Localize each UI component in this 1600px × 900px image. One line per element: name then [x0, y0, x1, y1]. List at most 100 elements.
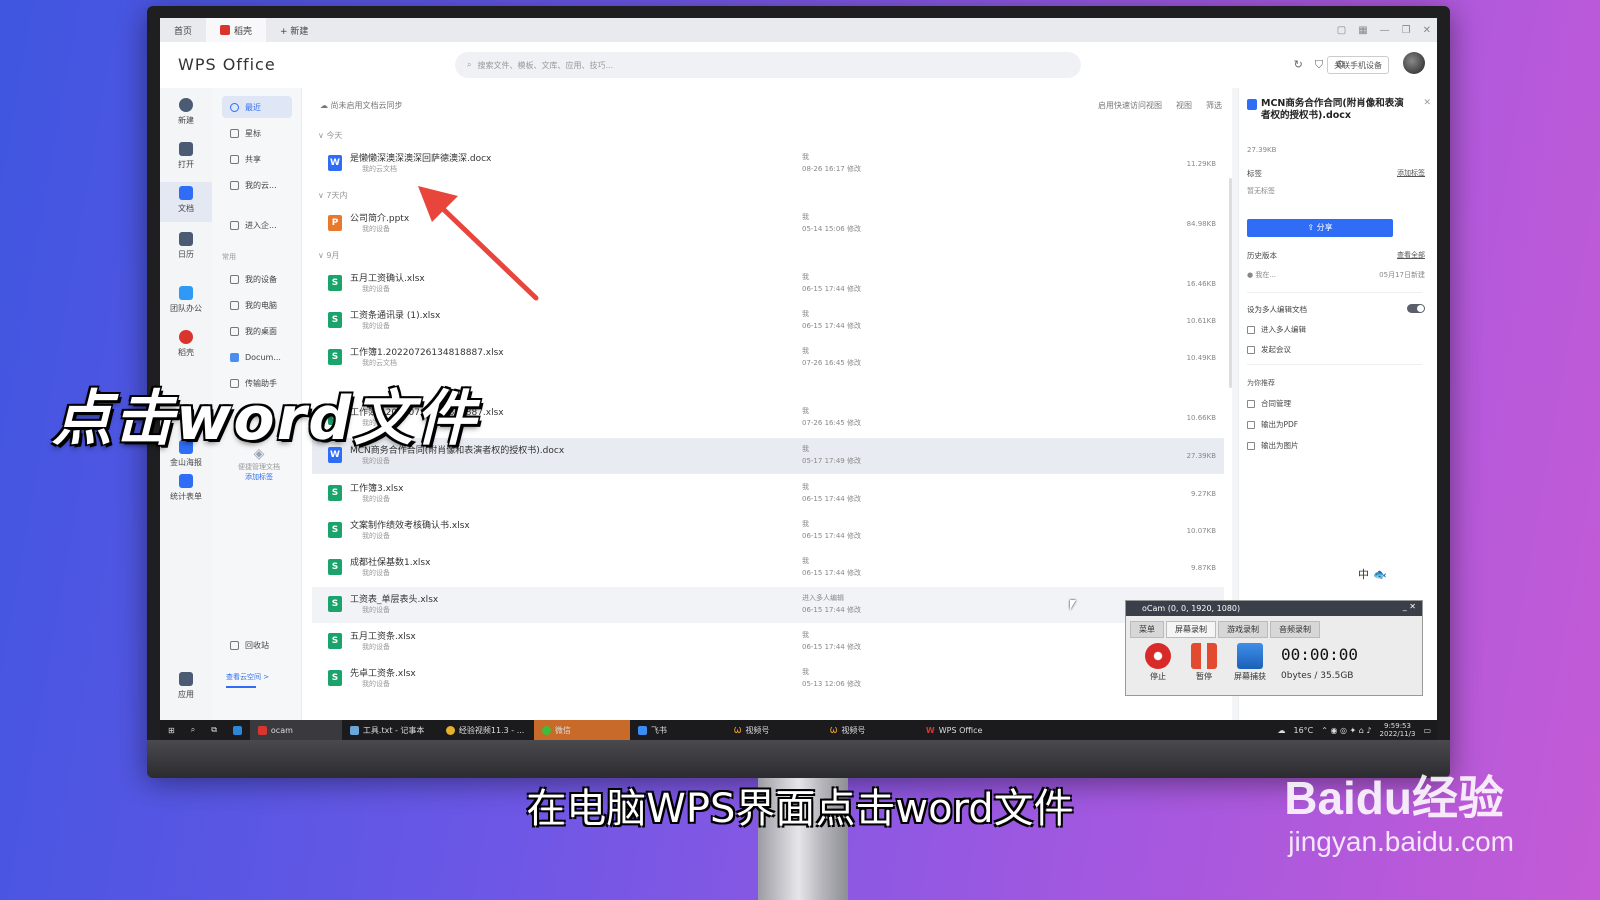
taskbar-app-feishu[interactable]: 飞书	[630, 720, 726, 740]
weather-text[interactable]: 16°C	[1294, 726, 1314, 735]
file-location: 我的设备	[362, 457, 390, 465]
ocam-tab-audio[interactable]: 音频录制	[1270, 621, 1320, 638]
nav-shared[interactable]: 共享	[222, 148, 292, 170]
link-phone-button[interactable]: 关联手机设备	[1327, 56, 1389, 74]
file-row[interactable]: S 工资条通讯录 (1).xlsx 我的设备 我 06-15 17:44 修改 …	[312, 303, 1224, 339]
add-tag-link[interactable]: 添加标签	[224, 472, 294, 482]
ocam-capture-button[interactable]: 屏幕捕获	[1230, 643, 1270, 682]
group-7days[interactable]: ∨ 7天内	[318, 190, 348, 201]
maximize-icon[interactable]: ❐	[1402, 25, 1411, 36]
tray-icons[interactable]: ⌃ ◉ ◎ ✦ ⌂ ♪	[1321, 726, 1371, 735]
share-button[interactable]: ⇪ 分享	[1247, 219, 1393, 237]
cloud-space-link[interactable]: 查看云空间 >	[226, 672, 269, 682]
nav-recent[interactable]: 最近	[222, 96, 292, 118]
file-location: 我的云文档	[362, 165, 397, 173]
tab-docer[interactable]: 稻壳	[206, 18, 267, 42]
minimize-icon[interactable]: —	[1380, 25, 1390, 36]
task-view-button[interactable]: ⧉	[203, 720, 225, 740]
multi-edit-label: 设为多人编辑文档	[1247, 305, 1307, 314]
file-row[interactable]: S 工作簿3.xlsx 我的设备 我 06-15 17:44 修改 9.27KB	[312, 476, 1224, 512]
search-input[interactable]: ⌕ 搜索文件、模板、文库、应用、技巧...	[455, 52, 1081, 78]
sync-status[interactable]: ☁ 尚未启用文档云同步	[320, 100, 403, 111]
avatar[interactable]	[1403, 52, 1425, 74]
taskbar-search[interactable]: ⌕	[183, 720, 203, 740]
taskbar-app-channels[interactable]: Ѡ 视频号	[726, 720, 822, 740]
export-image-button[interactable]: 输出为图片	[1247, 440, 1299, 451]
shirt-icon[interactable]: ⛉	[1315, 58, 1323, 72]
file-row[interactable]: W 是懒懒深澳深澳深回萨德澳深.docx 我的云文档 我 08-26 16:17…	[312, 146, 1224, 182]
file-size: 10.61KB	[1186, 317, 1216, 325]
notification-icon[interactable]: ▭	[1423, 726, 1431, 735]
tab-new[interactable]: + 新建	[266, 18, 322, 42]
rail-form[interactable]: 统计表单	[160, 474, 212, 508]
contract-manage-button[interactable]: 合同管理	[1247, 398, 1291, 409]
nav-my-desktop[interactable]: 我的桌面	[222, 320, 292, 342]
filter-button[interactable]: 筛选	[1206, 100, 1222, 111]
nav-documents[interactable]: Docum...	[222, 346, 292, 368]
sync-icon[interactable]: ↻	[1294, 58, 1303, 72]
start-button[interactable]: ⊞	[160, 720, 183, 740]
clock-icon	[230, 102, 239, 112]
taskbar-app-wechat[interactable]: 微信	[533, 720, 630, 740]
rail-calendar[interactable]: 日历	[160, 232, 212, 266]
nav-my-computer[interactable]: 我的电脑	[222, 294, 292, 316]
taskbar-app-ocam[interactable]: ocam	[249, 720, 342, 740]
file-owner: 我	[802, 213, 809, 221]
nav-starred[interactable]: 星标	[222, 122, 292, 144]
file-row[interactable]: S 五月工资条.xlsx 我的设备 我 06-15 17:44 修改	[312, 624, 1224, 660]
group-september[interactable]: ∨ 9月	[318, 250, 340, 261]
nav-my-cloud-label: 我的云...	[245, 180, 277, 190]
quick-access-button[interactable]: 启用快速访问视图	[1098, 100, 1162, 111]
ime-widget[interactable]: 中 🐟	[1350, 558, 1434, 590]
file-date: 05-17 17:49 修改	[802, 457, 861, 465]
export-image-label: 输出为图片	[1261, 441, 1299, 450]
multi-edit-toggle[interactable]	[1407, 304, 1425, 313]
close-icon[interactable]: _ ✕	[1403, 602, 1416, 611]
ocam-tab-screen[interactable]: 屏幕录制	[1166, 621, 1216, 638]
file-row[interactable]: S 工资表_单层表头.xlsx 我的设备 进入多人编辑 06-15 17:44 …	[312, 587, 1224, 623]
nav-my-device[interactable]: 我的设备	[222, 268, 292, 290]
ocam-tab-menu[interactable]: 菜单	[1130, 621, 1164, 638]
close-icon[interactable]: ✕	[1423, 25, 1431, 36]
file-date: 06-15 17:44 修改	[802, 285, 861, 293]
pdf-icon	[1247, 420, 1255, 429]
search-icon: ⌕	[190, 725, 196, 734]
view-button[interactable]: 视图	[1176, 100, 1192, 111]
rail-docer[interactable]: 稻壳	[160, 330, 212, 364]
ocam-stop-button[interactable]: 停止	[1138, 643, 1178, 682]
add-tag-link[interactable]: 添加标签	[1397, 168, 1425, 178]
group-today[interactable]: ∨ 今天	[318, 130, 342, 141]
taskbar-app-chrome[interactable]: 经验视频11.3 - ...	[438, 720, 534, 740]
tab-home[interactable]: 首页	[160, 18, 206, 42]
nav-recycle[interactable]: 回收站	[222, 634, 292, 656]
layout-icon[interactable]: ▢	[1337, 25, 1346, 36]
history-entry[interactable]: ● 我在...	[1247, 270, 1276, 280]
grid-icon[interactable]: ▦	[1358, 25, 1367, 36]
rail-new[interactable]: 新建	[160, 98, 212, 132]
file-date: 08-26 16:17 修改	[802, 165, 861, 173]
taskbar-app-channels[interactable]: Ѡ 视频号	[822, 720, 918, 740]
taskbar-app-wps[interactable]: W WPS Office	[918, 720, 1018, 740]
nav-enterprise[interactable]: 进入企...	[222, 214, 292, 236]
file-row[interactable]: S 文案制作绩效考核确认书.xlsx 我的设备 我 06-15 17:44 修改…	[312, 513, 1224, 549]
taskbar-app-notepad[interactable]: 工具.txt - 记事本	[342, 720, 438, 740]
view-all-history-link[interactable]: 查看全部	[1397, 250, 1425, 260]
rail-poster-label: 金山海报	[170, 458, 202, 467]
rail-team[interactable]: 团队办公	[160, 286, 212, 320]
ocam-title-bar[interactable]: oCam (0, 0, 1920, 1080) _ ✕	[1126, 601, 1422, 616]
file-row[interactable]: S 成都社保基数1.xlsx 我的设备 我 06-15 17:44 修改 9.8…	[312, 550, 1224, 586]
start-meeting-button[interactable]: 发起会议	[1247, 344, 1291, 355]
enter-multi-edit-button[interactable]: 进入多人编辑	[1247, 324, 1306, 335]
nav-my-cloud[interactable]: 我的云...	[222, 174, 292, 196]
clock[interactable]: 9:59:53 2022/11/3	[1380, 722, 1416, 738]
file-row[interactable]: S 先卓工资条.xlsx 我的设备 我 05-13 12:06 修改	[312, 661, 1224, 697]
rail-open[interactable]: 打开	[160, 142, 212, 176]
export-pdf-button[interactable]: 输出为PDF	[1247, 419, 1298, 430]
file-list-scrollbar[interactable]	[1229, 178, 1232, 388]
ocam-tab-game[interactable]: 游戏录制	[1218, 621, 1268, 638]
ocam-pause-button[interactable]: 暂停	[1184, 643, 1224, 682]
rail-docs[interactable]: 文档	[160, 182, 212, 222]
close-icon[interactable]: ✕	[1423, 98, 1431, 108]
taskbar-explorer[interactable]	[225, 720, 250, 740]
rail-apps[interactable]: 应用	[160, 672, 212, 706]
